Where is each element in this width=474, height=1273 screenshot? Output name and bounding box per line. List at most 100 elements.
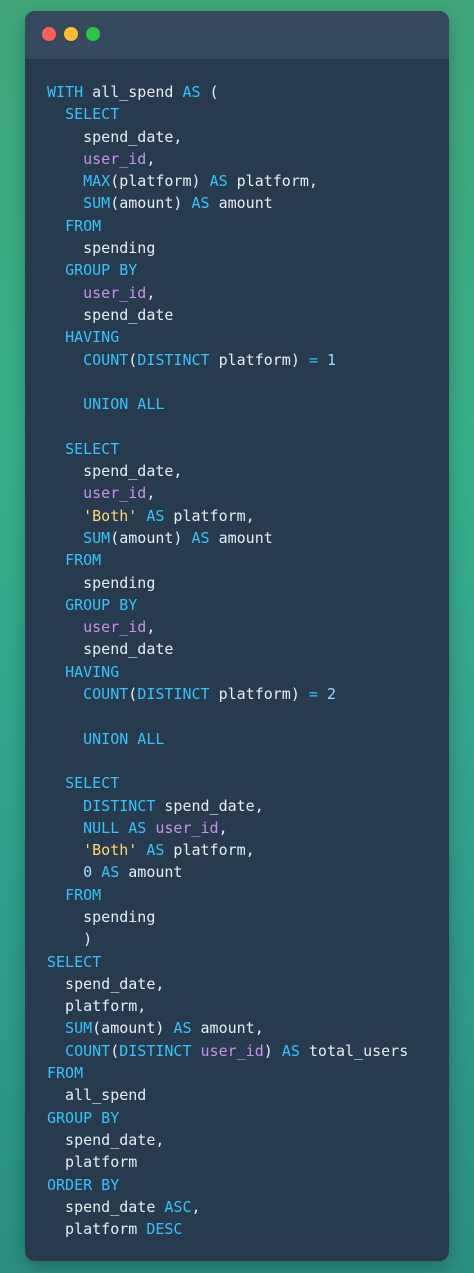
code-token: amount (209, 194, 273, 213)
code-token: spending (47, 239, 156, 258)
code-line: 'Both' AS platform, (47, 839, 439, 861)
minimize-dot-icon[interactable] (64, 27, 78, 41)
code-line: HAVING (47, 661, 439, 683)
code-token: platform, (164, 506, 255, 525)
code-line: 'Both' AS platform, (47, 505, 439, 527)
code-token: SUM (83, 194, 111, 213)
code-token: GROUP BY (65, 595, 138, 614)
code-line: platform (47, 1151, 439, 1173)
code-window: WITH all_spend AS ( SELECT spend_date, u… (25, 11, 449, 1261)
code-line: all_spend (47, 1084, 439, 1106)
code-token: , (191, 1197, 201, 1216)
code-token: spend_date, (47, 462, 183, 481)
code-token: DISTINCT (137, 350, 210, 369)
code-token: 'Both' (83, 506, 138, 525)
code-token: spend_date, (47, 974, 165, 993)
code-token: , (218, 818, 228, 837)
code-token: platform (47, 1220, 147, 1239)
code-line: spend_date (47, 304, 439, 326)
code-line: NULL AS user_id, (47, 817, 439, 839)
code-line: UNION ALL (47, 728, 439, 750)
code-token: FROM (65, 216, 102, 235)
code-token: ASC (164, 1197, 192, 1216)
code-line: spend_date, (47, 126, 439, 148)
code-line: HAVING (47, 326, 439, 348)
code-token: ORDER BY (47, 1175, 120, 1194)
code-token: FROM (65, 885, 102, 904)
code-token: user_id (83, 484, 147, 503)
code-token: platform) (209, 350, 309, 369)
code-token: spend_date (47, 640, 174, 659)
code-line: COUNT(DISTINCT user_id) AS total_users (47, 1040, 439, 1062)
code-token: 'Both' (83, 841, 138, 860)
code-line: SUM(amount) AS amount (47, 192, 439, 214)
code-token: SUM (83, 528, 111, 547)
code-line: platform DESC (47, 1218, 439, 1240)
code-token: amount, (191, 1019, 264, 1038)
code-token: SELECT (65, 105, 120, 124)
code-line: spend_date, (47, 973, 439, 995)
code-line: user_id, (47, 148, 439, 170)
code-line: MAX(platform) AS platform, (47, 170, 439, 192)
code-token: platform, (164, 841, 255, 860)
code-token: NULL (83, 818, 120, 837)
code-token: AS (281, 1041, 300, 1060)
code-line: DISTINCT spend_date, (47, 795, 439, 817)
code-line: 0 AS amount (47, 861, 439, 883)
code-token: COUNT (83, 350, 129, 369)
code-token: spend_date, (155, 796, 264, 815)
code-token: ( (128, 685, 138, 704)
code-token: AS (128, 818, 147, 837)
code-token: HAVING (65, 328, 120, 347)
code-line: SUM(amount) AS amount (47, 527, 439, 549)
code-token: SELECT (47, 952, 102, 971)
code-line: spend_date, (47, 1129, 439, 1151)
code-line: ) (47, 928, 439, 950)
maximize-dot-icon[interactable] (86, 27, 100, 41)
code-token: spend_date, (47, 1130, 165, 1149)
code-token: COUNT (83, 685, 129, 704)
sql-code-block: WITH all_spend AS ( SELECT spend_date, u… (47, 81, 439, 1240)
code-token: (amount) (110, 194, 192, 213)
code-line: GROUP BY (47, 259, 439, 281)
code-token: SUM (65, 1019, 93, 1038)
code-line: COUNT(DISTINCT platform) = 2 (47, 683, 439, 705)
code-token: (platform) (110, 172, 210, 191)
code-token: user_id (83, 283, 147, 302)
code-token: WITH (47, 83, 93, 101)
code-token: , (146, 618, 156, 637)
code-token: SELECT (65, 439, 120, 458)
code-line: FROM (47, 549, 439, 571)
code-token: amount (209, 528, 273, 547)
code-line: SELECT (47, 103, 439, 125)
close-dot-icon[interactable] (42, 27, 56, 41)
code-line: GROUP BY (47, 1107, 439, 1129)
code-token: spending (47, 907, 156, 926)
code-token: 1 (326, 350, 336, 369)
code-token: user_id (83, 149, 147, 168)
code-token: FROM (65, 551, 102, 570)
